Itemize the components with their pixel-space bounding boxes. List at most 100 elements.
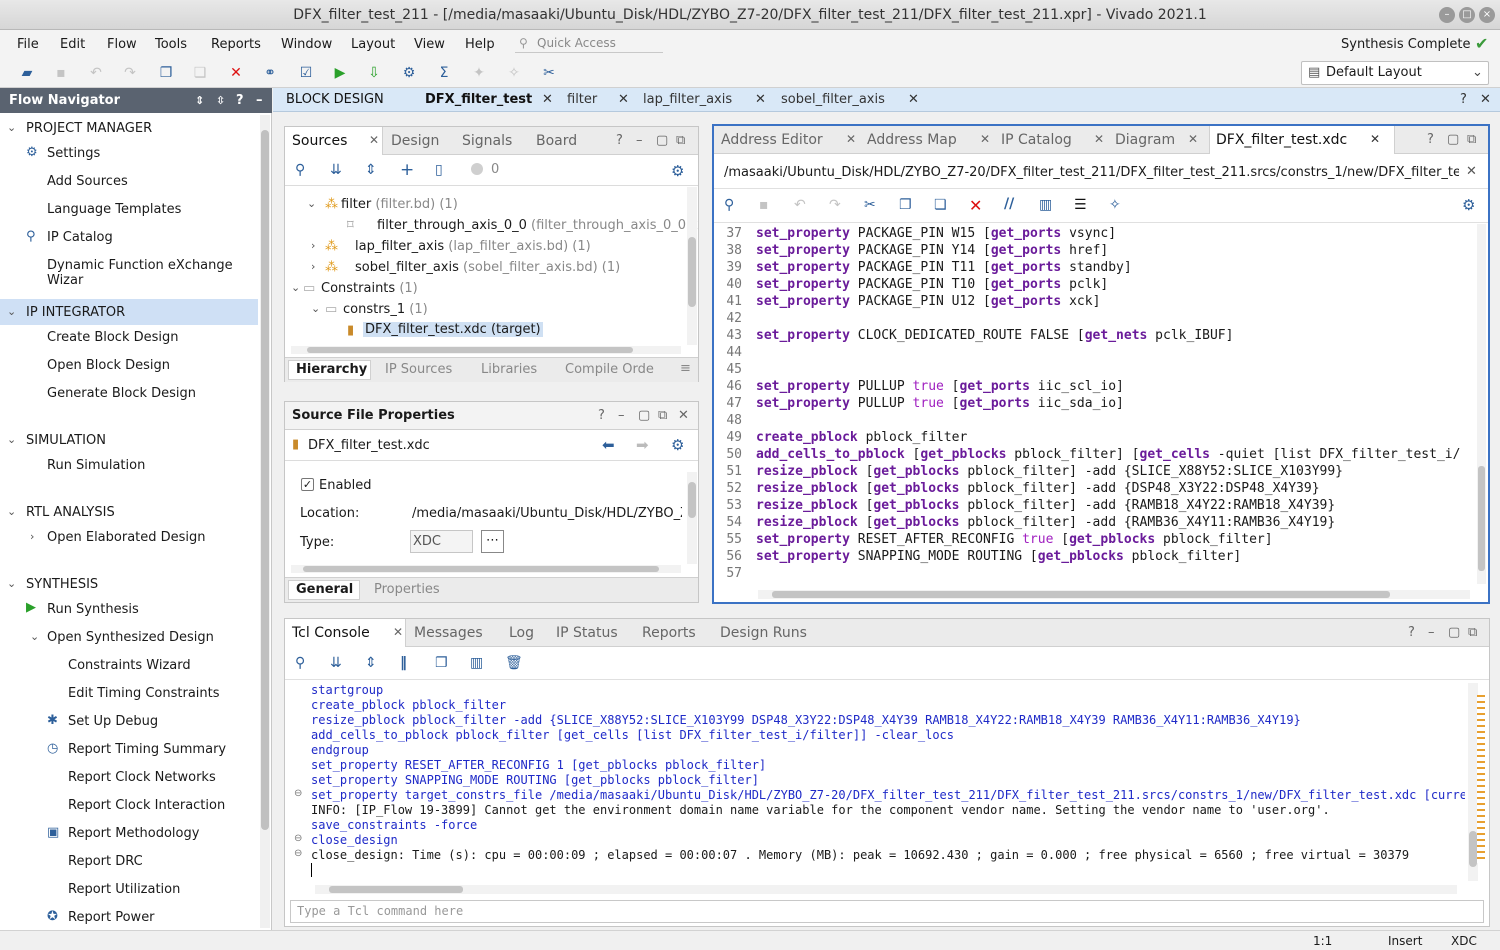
save-icon[interactable]: ▪ — [51, 63, 71, 83]
tab-messages[interactable]: Messages — [414, 625, 483, 641]
fold-icon[interactable]: ⊖ — [294, 788, 302, 799]
bd-tab-sobel-filter-axis[interactable]: sobel_filter_axis — [781, 92, 885, 107]
bd-tab-lap-filter-axis[interactable]: lap_filter_axis — [643, 92, 732, 107]
sources-vscroll-thumb[interactable] — [688, 237, 696, 307]
chevron-down-icon[interactable]: ⌄ — [307, 197, 316, 210]
close-icon[interactable]: ✕ — [618, 92, 629, 107]
nav-report-drc[interactable]: Report DRC — [68, 854, 143, 869]
minimize-icon[interactable]: – — [1428, 625, 1435, 640]
collapse-all-icon[interactable]: ⇊ — [330, 655, 342, 671]
console-hscroll-thumb[interactable] — [329, 886, 463, 893]
section-rtl-analysis[interactable]: RTL ANALYSIS — [26, 505, 115, 520]
paste-icon[interactable]: ❏ — [190, 63, 210, 83]
tree-filter-through[interactable]: filter_through_axis_0_0 (filter_through_… — [377, 218, 698, 233]
close-icon[interactable]: ✕ — [1094, 132, 1104, 146]
tree-sobel-filter[interactable]: sobel_filter_axis (sobel_filter_axis.bd)… — [355, 260, 620, 275]
nav-constraints-wizard[interactable]: Constraints Wizard — [68, 658, 191, 673]
close-icon[interactable]: ✕ — [369, 133, 379, 147]
cut-icon[interactable]: ✂ — [864, 197, 876, 213]
nav-edit-timing-constraints[interactable]: Edit Timing Constraints — [68, 686, 220, 701]
console-hscroll[interactable] — [315, 885, 1457, 894]
collapse-all-icon[interactable]: ⇕ — [195, 88, 204, 113]
tree-filter[interactable]: filter (filter.bd) (1) — [341, 197, 458, 212]
section-synthesis[interactable]: SYNTHESIS — [26, 577, 98, 592]
nav-open-elaborated-design[interactable]: Open Elaborated Design — [47, 530, 206, 545]
maximize-icon[interactable]: □ — [1459, 7, 1475, 23]
tab-compile-order[interactable]: Compile Orde — [565, 362, 654, 377]
run-icon[interactable]: ▶ — [330, 63, 350, 83]
checklist-icon[interactable]: ☑ — [296, 63, 316, 83]
nav-set-up-debug[interactable]: Set Up Debug — [68, 714, 158, 729]
copy-icon[interactable]: ❐ — [435, 655, 448, 671]
tree-xdc-file[interactable]: DFX_filter_test.xdc (target) — [363, 322, 543, 337]
chevron-down-icon[interactable]: ⌄ — [291, 281, 300, 294]
close-icon[interactable]: ✕ — [980, 132, 990, 146]
props-vscroll-thumb[interactable] — [688, 482, 696, 518]
tab-design[interactable]: Design — [391, 133, 439, 149]
copy-icon[interactable]: ❐ — [899, 197, 912, 213]
chevron-right-icon[interactable]: › — [30, 530, 34, 543]
bd-tab-dfx-filter-test[interactable]: DFX_filter_test — [425, 92, 532, 107]
float-icon[interactable]: ⧉ — [676, 133, 685, 148]
delete-icon[interactable]: ✕ — [226, 63, 246, 83]
chevron-down-icon[interactable]: ⌄ — [7, 577, 16, 590]
tab-address-editor[interactable]: Address Editor — [721, 132, 823, 148]
help-icon[interactable]: ? — [1460, 92, 1467, 107]
nav-ip-catalog[interactable]: IP Catalog — [47, 230, 113, 245]
chevron-right-icon[interactable]: › — [311, 239, 315, 252]
nav-report-methodology[interactable]: Report Methodology — [68, 826, 199, 841]
tree-constraints[interactable]: Constraints (1) — [321, 281, 418, 296]
redo-icon[interactable]: ↷ — [120, 63, 140, 83]
collapse-all-icon[interactable]: ⇊ — [330, 162, 342, 178]
comment-icon[interactable]: // — [1004, 196, 1014, 212]
search-icon[interactable]: ⚲ — [295, 162, 305, 178]
open-project-icon[interactable]: ▰ — [17, 63, 37, 83]
help-icon[interactable]: ? — [1408, 625, 1415, 640]
tab-sources[interactable]: Sources — [292, 133, 347, 149]
chevron-right-icon[interactable]: › — [311, 260, 315, 273]
back-arrow-icon[interactable]: ⬅ — [602, 436, 615, 454]
tcl-command-input[interactable]: Type a Tcl command here — [290, 900, 1484, 923]
nav-settings[interactable]: Settings — [47, 146, 100, 161]
columns-icon[interactable]: ▥ — [470, 655, 483, 671]
help-icon[interactable]: ? — [236, 88, 244, 113]
disabled-tool2-icon[interactable]: ✧ — [504, 63, 524, 83]
save-icon[interactable]: ▪ — [759, 197, 769, 213]
tree-lap-filter[interactable]: lap_filter_axis (lap_filter_axis.bd) (1) — [355, 239, 591, 254]
console-vscroll-thumb[interactable] — [1469, 831, 1477, 867]
expand-all-icon[interactable]: ⇕ — [365, 162, 377, 178]
console-output[interactable]: startgroup create_pblock pblock_filter res… — [285, 681, 1465, 877]
nav-open-synthesized-design[interactable]: Open Synthesized Design — [47, 630, 214, 645]
gear-icon[interactable]: ⚙ — [1462, 196, 1475, 214]
flow-nav-scroll-thumb[interactable] — [261, 130, 269, 830]
minimize-icon[interactable]: – — [1439, 7, 1455, 23]
tab-log[interactable]: Log — [509, 625, 534, 641]
close-icon[interactable]: ✕ — [1370, 132, 1380, 146]
lightbulb-icon[interactable]: ✧ — [1109, 197, 1121, 213]
tab-signals[interactable]: Signals — [462, 133, 512, 149]
close-icon[interactable]: ✕ — [1466, 164, 1477, 179]
menu-window[interactable]: Window — [281, 37, 332, 52]
close-icon[interactable]: ✕ — [846, 132, 856, 146]
help-icon[interactable]: ? — [598, 408, 605, 423]
chevron-down-icon[interactable]: ⌄ — [311, 302, 320, 315]
fold-icon[interactable]: ⊖ — [294, 833, 302, 844]
bd-tab-filter[interactable]: filter — [567, 92, 597, 107]
undo-icon[interactable]: ↶ — [86, 63, 106, 83]
nav-create-block-design[interactable]: Create Block Design — [47, 330, 179, 345]
indent-icon[interactable]: ☰ — [1074, 197, 1087, 213]
settings-gear-icon[interactable]: ⚙ — [399, 63, 419, 83]
section-ip-integrator[interactable]: IP INTEGRATOR — [26, 305, 125, 320]
cut-tool-icon[interactable]: ✂ — [539, 63, 559, 83]
close-window-icon[interactable]: × — [1479, 7, 1495, 23]
nav-run-synthesis[interactable]: Run Synthesis — [47, 602, 139, 617]
nav-dfx-wizard[interactable]: Dynamic Function eXchange Wizar — [47, 258, 271, 288]
close-icon[interactable]: ✕ — [542, 92, 553, 107]
help-icon[interactable]: ? — [1427, 132, 1434, 147]
tab-board[interactable]: Board — [536, 133, 577, 149]
menu-reports[interactable]: Reports — [211, 37, 261, 52]
fold-icon[interactable]: ⊖ — [294, 848, 302, 859]
type-field[interactable]: XDC — [410, 530, 473, 553]
binoculars-icon[interactable]: ⚭ — [260, 63, 280, 83]
tab-libraries[interactable]: Libraries — [481, 362, 537, 377]
